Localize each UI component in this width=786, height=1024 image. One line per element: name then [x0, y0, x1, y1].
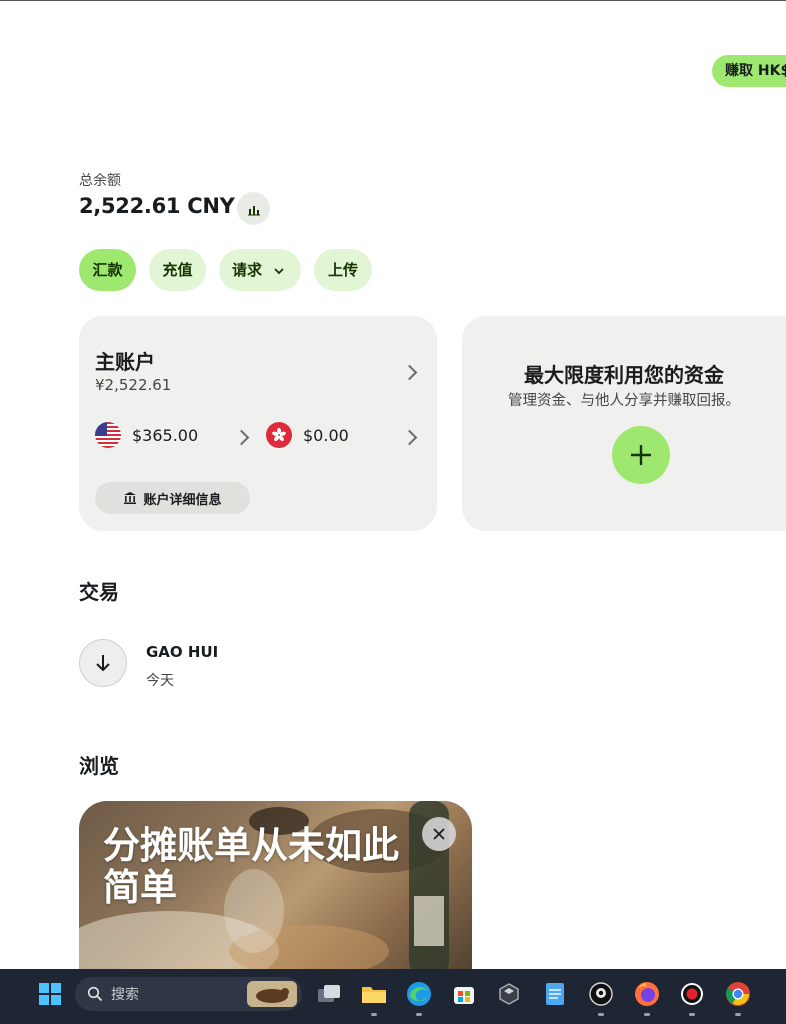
- notepad-icon: [546, 983, 564, 1005]
- chevron-right-icon[interactable]: [401, 429, 418, 446]
- upload-button[interactable]: 上传: [314, 249, 372, 291]
- balance-amount: 2,522.61 CNY: [79, 194, 235, 218]
- bar-chart-icon: [247, 205, 260, 215]
- usd-balance: $365.00: [132, 426, 199, 445]
- main-account-title: 主账户: [95, 350, 155, 374]
- transactions-title: 交易: [79, 580, 119, 604]
- taskbar-search[interactable]: 搜索: [75, 977, 302, 1011]
- close-button[interactable]: [422, 817, 456, 851]
- transaction-icon[interactable]: [79, 639, 127, 687]
- chevron-down-icon: [274, 267, 284, 274]
- recorder-button[interactable]: [677, 979, 707, 1009]
- browse-card[interactable]: 分摊账单从未如此简单: [79, 801, 472, 976]
- running-indicator: [644, 1013, 650, 1016]
- account-details-button[interactable]: 账户详细信息: [95, 482, 250, 514]
- add-button[interactable]: [612, 426, 670, 484]
- plus-icon: [631, 445, 651, 465]
- edge-button[interactable]: [404, 979, 434, 1009]
- record-icon: [681, 983, 703, 1005]
- firefox-icon: [635, 982, 659, 1006]
- notepad-button[interactable]: [540, 979, 570, 1009]
- chevron-right-icon[interactable]: [233, 429, 250, 446]
- folder-icon: [362, 987, 386, 1003]
- earn-hkd-button[interactable]: 赚取 HK$: [712, 55, 786, 87]
- running-indicator: [735, 1013, 741, 1016]
- promo-title: 最大限度利用您的资金: [524, 363, 724, 387]
- edge-icon: [407, 982, 431, 1006]
- running-indicator: [371, 1013, 377, 1016]
- transaction-name[interactable]: GAO HUI: [146, 643, 218, 661]
- search-icon: [87, 986, 103, 1002]
- browse-card-title: 分摊账单从未如此简单: [103, 824, 399, 909]
- browse-title: 浏览: [79, 754, 119, 778]
- camera-app-button[interactable]: [586, 979, 616, 1009]
- us-flag-icon: [95, 422, 121, 448]
- firefox-button[interactable]: [632, 979, 662, 1009]
- cube-icon: [499, 983, 519, 1005]
- task-view-button[interactable]: [314, 979, 344, 1009]
- balance-label: 总余额: [79, 173, 121, 189]
- taskbar-search-placeholder: 搜索: [111, 987, 139, 1003]
- taskbar: 搜索: [0, 969, 786, 1024]
- top-border: [0, 0, 786, 1]
- file-explorer-button[interactable]: [359, 979, 389, 1009]
- app-button[interactable]: [494, 979, 524, 1009]
- account-details-label: 账户详细信息: [143, 492, 222, 508]
- start-button[interactable]: [35, 979, 65, 1009]
- store-button[interactable]: [449, 979, 479, 1009]
- chevron-right-icon[interactable]: [401, 364, 418, 381]
- running-indicator: [598, 1013, 604, 1016]
- chrome-icon: [726, 982, 750, 1006]
- send-button[interactable]: 汇款: [79, 249, 136, 291]
- bank-icon: [124, 492, 137, 504]
- arrow-down-icon: [96, 655, 110, 672]
- close-icon: [433, 828, 445, 840]
- hk-flag-icon: [266, 422, 292, 448]
- request-label: 请求: [232, 261, 263, 279]
- promo-card[interactable]: 最大限度利用您的资金 管理资金、与他人分享并赚取回报。: [462, 316, 786, 531]
- transaction-date: 今天: [146, 673, 174, 689]
- request-button[interactable]: 请求: [219, 249, 301, 291]
- balance-chart-button[interactable]: [237, 192, 270, 225]
- running-indicator: [689, 1013, 695, 1016]
- task-view-icon: [318, 985, 340, 1002]
- running-indicator: [416, 1013, 422, 1016]
- hkd-balance: $0.00: [303, 426, 349, 445]
- chrome-button[interactable]: [723, 979, 753, 1009]
- add-money-button[interactable]: 充值: [149, 249, 206, 291]
- windows-icon: [39, 983, 61, 1005]
- webcam-icon: [589, 982, 613, 1006]
- promo-subtitle: 管理资金、与他人分享并赚取回报。: [508, 393, 740, 409]
- main-account-amount: ¥2,522.61: [95, 376, 172, 394]
- main-account-card[interactable]: 主账户 ¥2,522.61 $365.00 $0.00 账户详细信息: [79, 316, 437, 531]
- store-icon: [454, 987, 474, 1004]
- search-highlight-image: [247, 981, 297, 1007]
